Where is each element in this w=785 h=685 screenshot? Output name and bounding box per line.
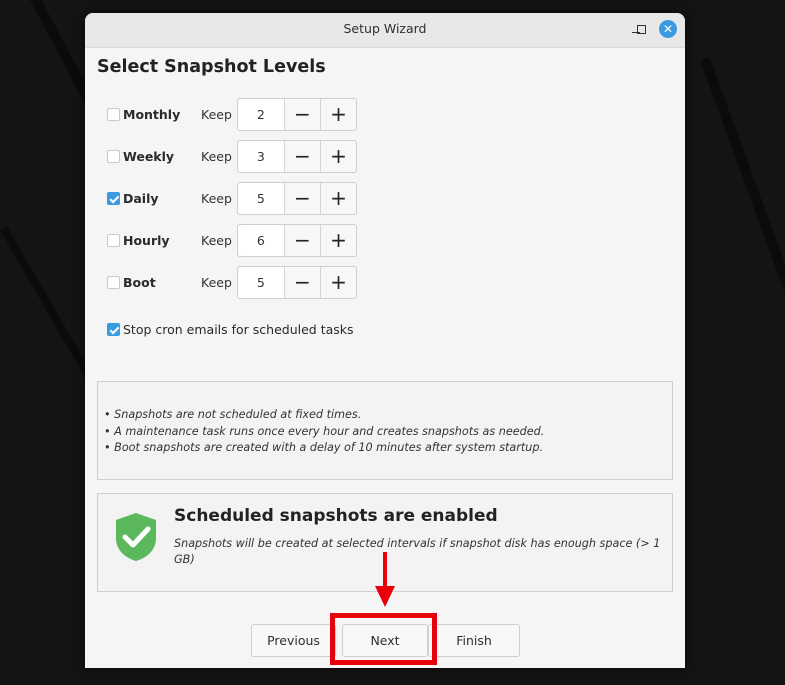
keep-label: Keep <box>201 107 232 122</box>
level-row-hourly: Hourly Keep 6− + <box>85 224 685 258</box>
minus-icon: − <box>293 102 311 126</box>
decrement-button[interactable]: − <box>285 141 321 172</box>
hourly-checkbox[interactable] <box>107 234 120 247</box>
keep-label: Keep <box>201 233 232 248</box>
increment-button[interactable]: + <box>321 141 356 172</box>
daily-checkbox[interactable] <box>107 192 120 205</box>
shield-check-icon <box>116 513 156 561</box>
next-button[interactable]: Next <box>342 624 428 657</box>
level-row-boot: Boot Keep 5− + <box>85 266 685 300</box>
hourly-label[interactable]: Hourly <box>123 224 170 258</box>
plus-icon: + <box>330 228 347 252</box>
setup-wizard-window: Setup Wizard ✕ Select Snapshot Levels Mo… <box>85 13 685 668</box>
plus-icon: + <box>330 144 347 168</box>
keep-label: Keep <box>201 275 232 290</box>
wallpaper-stripe <box>700 56 785 530</box>
status-box: Scheduled snapshots are enabled Snapshot… <box>97 493 673 592</box>
level-row-monthly: Monthly Keep 2− + <box>85 98 685 132</box>
increment-button[interactable]: + <box>321 183 356 214</box>
boot-keep-spinbox: 5− + <box>237 266 357 299</box>
keep-count-input[interactable]: 5 <box>238 183 285 214</box>
minus-icon: − <box>293 186 311 210</box>
minus-icon: − <box>293 228 311 252</box>
increment-button[interactable]: + <box>321 99 356 130</box>
info-lines: • Snapshots are not scheduled at fixed t… <box>104 407 544 457</box>
plus-icon: + <box>330 102 347 126</box>
info-line: • Boot snapshots are created with a dela… <box>104 441 544 454</box>
status-title: Scheduled snapshots are enabled <box>174 506 498 526</box>
info-line: • Snapshots are not scheduled at fixed t… <box>104 408 362 421</box>
maximize-button[interactable] <box>632 13 650 45</box>
increment-button[interactable]: + <box>321 267 356 298</box>
stop-cron-emails-checkbox[interactable] <box>107 323 120 336</box>
keep-count-input[interactable]: 6 <box>238 225 285 256</box>
status-description: Snapshots will be created at selected in… <box>174 537 661 566</box>
cron-email-option: Stop cron emails for scheduled tasks <box>85 318 685 342</box>
minus-icon: − <box>293 270 311 294</box>
keep-count-input[interactable]: 3 <box>238 141 285 172</box>
keep-count-input[interactable]: 5 <box>238 267 285 298</box>
decrement-button[interactable]: − <box>285 225 321 256</box>
weekly-label[interactable]: Weekly <box>123 140 174 174</box>
monthly-checkbox[interactable] <box>107 108 120 121</box>
finish-button[interactable]: Finish <box>428 624 520 657</box>
daily-keep-spinbox: 5− + <box>237 182 357 215</box>
plus-icon: + <box>330 270 347 294</box>
maximize-icon <box>636 24 646 34</box>
page-title: Select Snapshot Levels <box>97 57 326 77</box>
title-bar[interactable]: Setup Wizard ✕ <box>85 13 685 48</box>
close-icon: ✕ <box>659 20 677 38</box>
keep-label: Keep <box>201 191 232 206</box>
info-line: • A maintenance task runs once every hou… <box>104 424 545 438</box>
keep-label: Keep <box>201 149 232 164</box>
increment-button[interactable]: + <box>321 225 356 256</box>
decrement-button[interactable]: − <box>285 183 321 214</box>
daily-label[interactable]: Daily <box>123 182 159 216</box>
boot-label[interactable]: Boot <box>123 266 156 300</box>
info-box: • Snapshots are not scheduled at fixed t… <box>97 381 673 480</box>
boot-checkbox[interactable] <box>107 276 120 289</box>
minus-icon: − <box>293 144 311 168</box>
weekly-keep-spinbox: 3− + <box>237 140 357 173</box>
monthly-label[interactable]: Monthly <box>123 98 180 132</box>
window-title: Setup Wizard <box>343 21 427 36</box>
level-row-weekly: Weekly Keep 3− + <box>85 140 685 174</box>
decrement-button[interactable]: − <box>285 99 321 130</box>
plus-icon: + <box>330 186 347 210</box>
weekly-checkbox[interactable] <box>107 150 120 163</box>
stop-cron-emails-label[interactable]: Stop cron emails for scheduled tasks <box>123 318 354 342</box>
decrement-button[interactable]: − <box>285 267 321 298</box>
keep-count-input[interactable]: 2 <box>238 99 285 130</box>
previous-button[interactable]: Previous <box>251 624 336 657</box>
monthly-keep-spinbox: 2− + <box>237 98 357 131</box>
level-row-daily: Daily Keep 5− + <box>85 182 685 216</box>
close-button[interactable]: ✕ <box>659 13 677 45</box>
hourly-keep-spinbox: 6− + <box>237 224 357 257</box>
